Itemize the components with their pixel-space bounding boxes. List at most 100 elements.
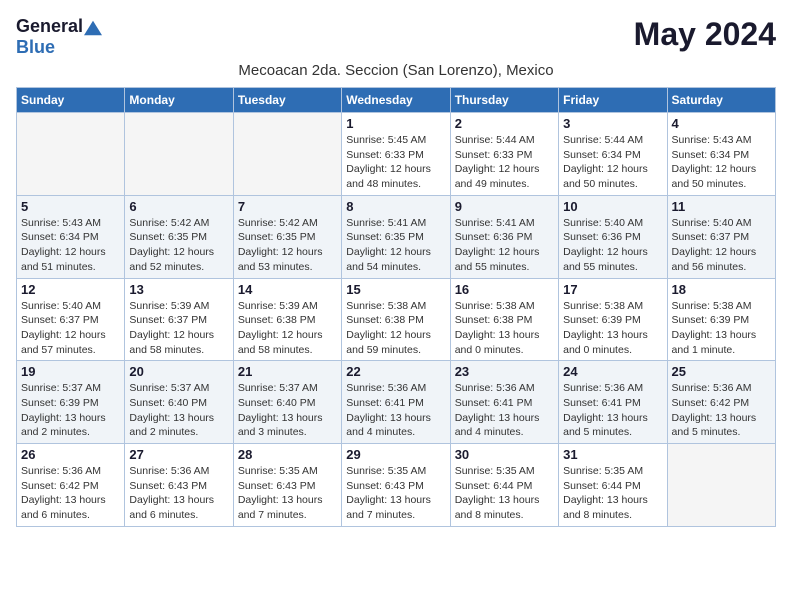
day-info: Sunrise: 5:40 AMSunset: 6:36 PMDaylight:…	[563, 216, 662, 275]
day-info: Sunrise: 5:36 AMSunset: 6:42 PMDaylight:…	[672, 381, 771, 440]
calendar-cell: 21 Sunrise: 5:37 AMSunset: 6:40 PMDayligh…	[233, 361, 341, 444]
calendar-week-row: 5Sunrise: 5:43 AMSunset: 6:34 PMDaylight…	[17, 195, 776, 278]
calendar-cell: 7 Sunrise: 5:42 AMSunset: 6:35 PMDaylight…	[233, 195, 341, 278]
day-info: Sunrise: 5:43 AMSunset: 6:34 PMDaylight:…	[672, 133, 771, 192]
day-number: 20	[129, 364, 228, 379]
calendar-cell: 9 Sunrise: 5:41 AMSunset: 6:36 PMDaylight…	[450, 195, 558, 278]
calendar-cell: 15 Sunrise: 5:38 AMSunset: 6:38 PMDayligh…	[342, 278, 450, 361]
day-number: 29	[346, 447, 445, 462]
day-info: Sunrise: 5:38 AMSunset: 6:38 PMDaylight:…	[455, 299, 554, 358]
calendar-cell: 4 Sunrise: 5:43 AMSunset: 6:34 PMDaylight…	[667, 113, 775, 196]
day-info: Sunrise: 5:37 AMSunset: 6:40 PMDaylight:…	[238, 381, 337, 440]
day-number: 26	[21, 447, 120, 462]
calendar-cell	[667, 444, 775, 527]
calendar-cell: 30Sunrise: 5:35 AMSunset: 6:44 PMDayligh…	[450, 444, 558, 527]
day-info: Sunrise: 5:35 AMSunset: 6:44 PMDaylight:…	[563, 464, 662, 523]
day-number: 16	[455, 282, 554, 297]
logo-icon	[84, 19, 102, 37]
calendar-cell: 20 Sunrise: 5:37 AMSunset: 6:40 PMDayligh…	[125, 361, 233, 444]
calendar-cell: 17 Sunrise: 5:38 AMSunset: 6:39 PMDayligh…	[559, 278, 667, 361]
calendar-cell: 13Sunrise: 5:39 AMSunset: 6:37 PMDayligh…	[125, 278, 233, 361]
day-number: 28	[238, 447, 337, 462]
calendar-cell	[17, 113, 125, 196]
logo: General Blue	[16, 16, 102, 58]
day-number: 7	[238, 199, 337, 214]
day-number: 23	[455, 364, 554, 379]
day-number: 27	[129, 447, 228, 462]
day-info: Sunrise: 5:36 AMSunset: 6:43 PMDaylight:…	[129, 464, 228, 523]
day-info: Sunrise: 5:37 AMSunset: 6:40 PMDaylight:…	[129, 381, 228, 440]
day-info: Sunrise: 5:42 AMSunset: 6:35 PMDaylight:…	[129, 216, 228, 275]
weekday-header-tuesday: Tuesday	[233, 88, 341, 113]
day-info: Sunrise: 5:45 AMSunset: 6:33 PMDaylight:…	[346, 133, 445, 192]
calendar-cell: 19Sunrise: 5:37 AMSunset: 6:39 PMDayligh…	[17, 361, 125, 444]
day-info: Sunrise: 5:36 AMSunset: 6:41 PMDaylight:…	[346, 381, 445, 440]
weekday-header-saturday: Saturday	[667, 88, 775, 113]
calendar-cell	[125, 113, 233, 196]
day-number: 9	[455, 199, 554, 214]
day-info: Sunrise: 5:42 AMSunset: 6:35 PMDaylight:…	[238, 216, 337, 275]
calendar-cell: 12 Sunrise: 5:40 AMSunset: 6:37 PMDayligh…	[17, 278, 125, 361]
day-info: Sunrise: 5:36 AMSunset: 6:41 PMDaylight:…	[455, 381, 554, 440]
calendar-cell: 24Sunrise: 5:36 AMSunset: 6:41 PMDayligh…	[559, 361, 667, 444]
calendar-cell: 22 Sunrise: 5:36 AMSunset: 6:41 PMDayligh…	[342, 361, 450, 444]
calendar-cell: 6 Sunrise: 5:42 AMSunset: 6:35 PMDaylight…	[125, 195, 233, 278]
day-number: 19	[21, 364, 120, 379]
calendar-cell: 18Sunrise: 5:38 AMSunset: 6:39 PMDayligh…	[667, 278, 775, 361]
calendar-cell: 28Sunrise: 5:35 AMSunset: 6:43 PMDayligh…	[233, 444, 341, 527]
calendar-cell: 31 Sunrise: 5:35 AMSunset: 6:44 PMDayligh…	[559, 444, 667, 527]
day-number: 31	[563, 447, 662, 462]
day-number: 11	[672, 199, 771, 214]
calendar-table: SundayMondayTuesdayWednesdayThursdayFrid…	[16, 87, 776, 527]
day-info: Sunrise: 5:41 AMSunset: 6:35 PMDaylight:…	[346, 216, 445, 275]
calendar-subtitle: Mecoacan 2da. Seccion (San Lorenzo), Mex…	[16, 62, 776, 79]
weekday-header-row: SundayMondayTuesdayWednesdayThursdayFrid…	[17, 88, 776, 113]
calendar-cell: 5Sunrise: 5:43 AMSunset: 6:34 PMDaylight…	[17, 195, 125, 278]
weekday-header-wednesday: Wednesday	[342, 88, 450, 113]
calendar-week-row: 26Sunrise: 5:36 AMSunset: 6:42 PMDayligh…	[17, 444, 776, 527]
logo-general: General	[16, 16, 83, 36]
logo-text: General	[16, 16, 102, 37]
day-number: 10	[563, 199, 662, 214]
day-info: Sunrise: 5:44 AMSunset: 6:33 PMDaylight:…	[455, 133, 554, 192]
calendar-cell: 11 Sunrise: 5:40 AMSunset: 6:37 PMDayligh…	[667, 195, 775, 278]
calendar-cell: 3 Sunrise: 5:44 AMSunset: 6:34 PMDaylight…	[559, 113, 667, 196]
calendar-week-row: 12 Sunrise: 5:40 AMSunset: 6:37 PMDayligh…	[17, 278, 776, 361]
day-number: 3	[563, 116, 662, 131]
calendar-cell: 29 Sunrise: 5:35 AMSunset: 6:43 PMDayligh…	[342, 444, 450, 527]
calendar-cell: 10 Sunrise: 5:40 AMSunset: 6:36 PMDayligh…	[559, 195, 667, 278]
day-number: 21	[238, 364, 337, 379]
calendar-cell	[233, 113, 341, 196]
day-number: 15	[346, 282, 445, 297]
calendar-cell: 25 Sunrise: 5:36 AMSunset: 6:42 PMDayligh…	[667, 361, 775, 444]
calendar-week-row: 1Sunrise: 5:45 AMSunset: 6:33 PMDaylight…	[17, 113, 776, 196]
weekday-header-sunday: Sunday	[17, 88, 125, 113]
calendar-cell: 27 Sunrise: 5:36 AMSunset: 6:43 PMDayligh…	[125, 444, 233, 527]
weekday-header-monday: Monday	[125, 88, 233, 113]
day-info: Sunrise: 5:36 AMSunset: 6:41 PMDaylight:…	[563, 381, 662, 440]
day-info: Sunrise: 5:39 AMSunset: 6:37 PMDaylight:…	[129, 299, 228, 358]
day-number: 17	[563, 282, 662, 297]
page-header: General Blue May 2024	[16, 16, 776, 58]
day-info: Sunrise: 5:40 AMSunset: 6:37 PMDaylight:…	[672, 216, 771, 275]
calendar-cell: 14Sunrise: 5:39 AMSunset: 6:38 PMDayligh…	[233, 278, 341, 361]
day-info: Sunrise: 5:40 AMSunset: 6:37 PMDaylight:…	[21, 299, 120, 358]
day-info: Sunrise: 5:39 AMSunset: 6:38 PMDaylight:…	[238, 299, 337, 358]
day-info: Sunrise: 5:38 AMSunset: 6:38 PMDaylight:…	[346, 299, 445, 358]
month-title: May 2024	[634, 16, 776, 53]
day-info: Sunrise: 5:44 AMSunset: 6:34 PMDaylight:…	[563, 133, 662, 192]
day-number: 8	[346, 199, 445, 214]
day-number: 5	[21, 199, 120, 214]
day-info: Sunrise: 5:38 AMSunset: 6:39 PMDaylight:…	[563, 299, 662, 358]
day-number: 4	[672, 116, 771, 131]
day-number: 22	[346, 364, 445, 379]
calendar-cell: 26Sunrise: 5:36 AMSunset: 6:42 PMDayligh…	[17, 444, 125, 527]
day-number: 12	[21, 282, 120, 297]
day-number: 25	[672, 364, 771, 379]
day-info: Sunrise: 5:38 AMSunset: 6:39 PMDaylight:…	[672, 299, 771, 358]
day-number: 6	[129, 199, 228, 214]
calendar-cell: 23 Sunrise: 5:36 AMSunset: 6:41 PMDayligh…	[450, 361, 558, 444]
day-info: Sunrise: 5:35 AMSunset: 6:43 PMDaylight:…	[346, 464, 445, 523]
calendar-cell: 16 Sunrise: 5:38 AMSunset: 6:38 PMDayligh…	[450, 278, 558, 361]
day-info: Sunrise: 5:41 AMSunset: 6:36 PMDaylight:…	[455, 216, 554, 275]
